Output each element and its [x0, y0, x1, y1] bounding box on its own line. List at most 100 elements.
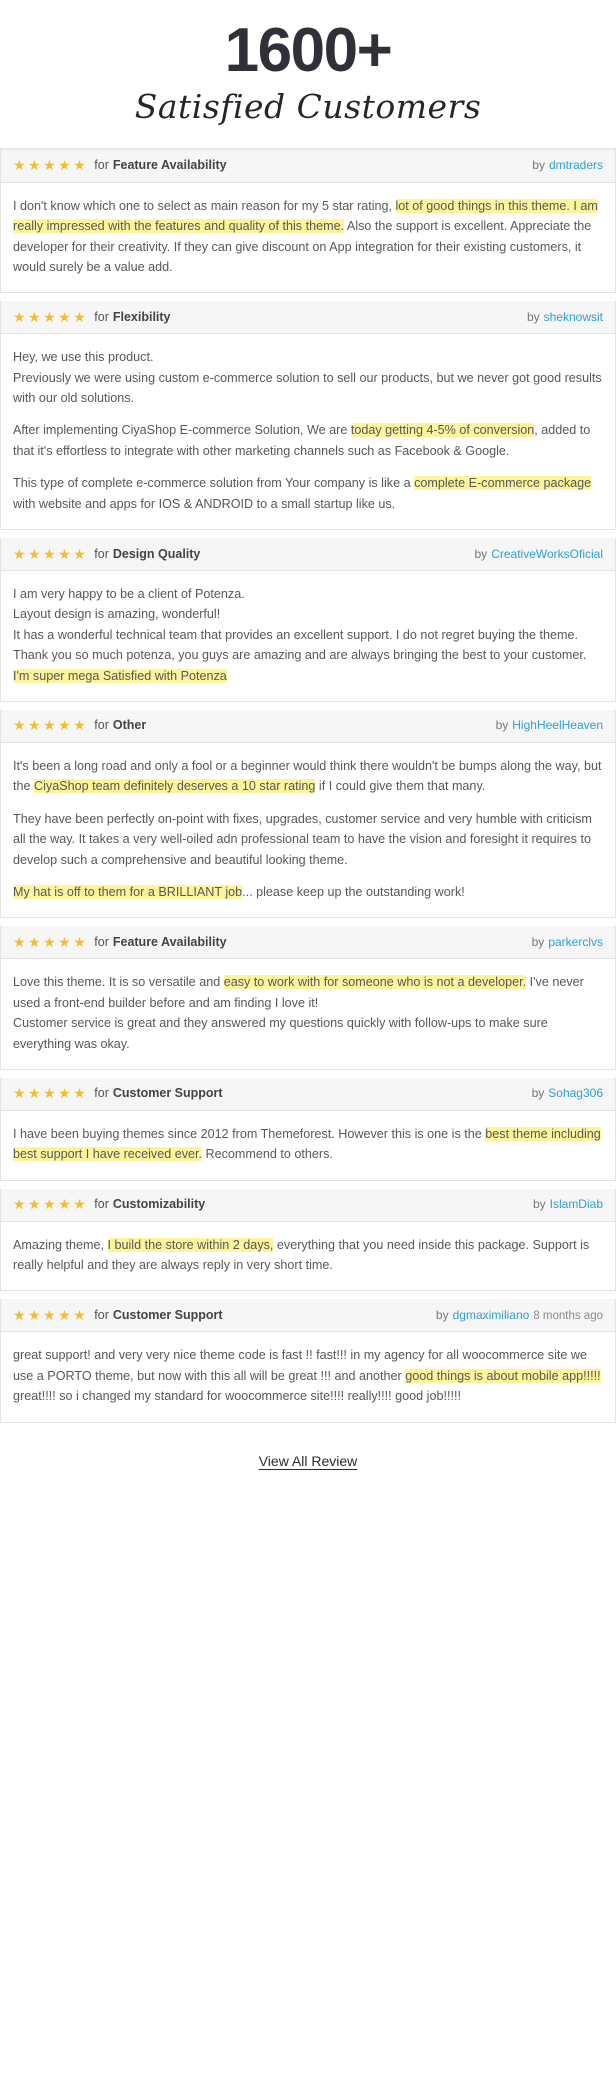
review-body: I have been buying themes since 2012 fro…: [1, 1111, 615, 1180]
review-meta-left: ★★★★★ for Design Quality: [13, 547, 200, 561]
review-meta-left: ★★★★★ for Customizability: [13, 1197, 205, 1211]
review-header: ★★★★★ for Customizability by IslamDiab: [1, 1188, 615, 1222]
highlighted-text: complete E-commerce package: [414, 476, 592, 491]
highlighted-text: today getting 4-5% of conversion: [350, 423, 535, 438]
review-text: Amazing theme,: [13, 1237, 108, 1252]
review-text: Previously we were using custom e-commer…: [13, 370, 602, 406]
by-label: by: [526, 309, 540, 324]
star-rating-icon: ★★★★★: [13, 718, 89, 733]
review-text: Love this theme. It is so versatile and: [13, 975, 224, 990]
review-subject: Customizability: [112, 1197, 206, 1212]
for-label: for: [94, 718, 109, 733]
review-text: Layout design is amazing, wonderful!: [13, 607, 221, 622]
review-paragraph: Amazing theme, I build the store within …: [13, 1235, 603, 1276]
review-meta-right: by HighHeelHeaven: [496, 718, 603, 732]
review-text: I have been buying themes since 2012 fro…: [13, 1126, 486, 1141]
review-text: Recommend to others.: [202, 1147, 333, 1162]
review-meta-right: by Sohag306: [532, 1086, 603, 1100]
review-text: After implementing CiyaShop E-commerce S…: [13, 423, 351, 438]
review-subject: Other: [112, 718, 147, 733]
review-author-link[interactable]: CreativeWorksOficial: [491, 547, 603, 561]
review-paragraph: My hat is off to them for a BRILLIANT jo…: [13, 882, 603, 902]
star-rating-icon: ★★★★★: [13, 158, 89, 173]
review-author-link[interactable]: Sohag306: [548, 1086, 603, 1100]
review-meta-right: by IslamDiab: [533, 1197, 603, 1211]
review-text: They have been perfectly on-point with f…: [13, 811, 592, 867]
review-meta-left: ★★★★★ for Feature Availability: [13, 935, 227, 949]
review-subject: Feature Availability: [112, 158, 227, 173]
review-text: if I could give them that many.: [315, 779, 486, 794]
review-body: I am very happy to be a client of Potenz…: [1, 571, 615, 701]
review-author-link[interactable]: dmtraders: [549, 158, 603, 172]
review-timestamp: 8 months ago: [533, 1309, 603, 1322]
review-meta-right: by sheknowsit: [527, 310, 603, 324]
review-card: ★★★★★ for Customer Support by Sohag306 I have…: [0, 1077, 616, 1181]
review-header: ★★★★★ for Flexibility by sheknowsit: [1, 301, 615, 335]
review-text: with website and apps for IOS & ANDROID …: [13, 496, 396, 511]
review-header: ★★★★★ for Customer Support by Sohag306: [1, 1077, 615, 1111]
review-author-link[interactable]: HighHeelHeaven: [512, 718, 603, 732]
star-rating-icon: ★★★★★: [13, 1197, 89, 1212]
review-meta-left: ★★★★★ for Flexibility: [13, 310, 171, 324]
by-label: by: [474, 546, 488, 561]
review-body: Love this theme. It is so versatile and …: [1, 959, 615, 1069]
star-rating-icon: ★★★★★: [13, 1086, 89, 1101]
review-header: ★★★★★ for Other by HighHeelHeaven: [1, 709, 615, 743]
review-card: ★★★★★ for Design Quality by CreativeWorksOfi…: [0, 538, 616, 702]
by-label: by: [495, 718, 509, 733]
star-rating-icon: ★★★★★: [13, 934, 89, 949]
footer: View All Review: [0, 1431, 616, 1489]
review-header: ★★★★★ for Feature Availability by dmtraders: [1, 149, 615, 183]
for-label: for: [94, 934, 109, 949]
review-paragraph: I have been buying themes since 2012 fro…: [13, 1124, 603, 1165]
review-text: Hey, we use this product.: [13, 350, 154, 365]
review-paragraph: This type of complete e-commerce solutio…: [13, 473, 603, 514]
review-card: ★★★★★ for Other by HighHeelHeaven It's been a…: [0, 709, 616, 919]
review-subject: Design Quality: [112, 546, 201, 561]
review-card: ★★★★★ for Customizability by IslamDiab Amazin…: [0, 1188, 616, 1292]
review-header: ★★★★★ for Design Quality by CreativeWorksOfi…: [1, 538, 615, 572]
review-list: ★★★★★ for Feature Availability by dmtraders I…: [0, 148, 616, 1423]
review-meta-right: by CreativeWorksOficial: [475, 547, 604, 561]
star-rating-icon: ★★★★★: [13, 309, 89, 324]
review-meta-right: by dmtraders: [532, 158, 603, 172]
hero-subtitle: Satisfied Customers: [134, 87, 482, 127]
review-author-link[interactable]: IslamDiab: [550, 1197, 603, 1211]
review-text: Customer service is great and they answe…: [13, 1016, 548, 1051]
highlighted-text: My hat is off to them for a BRILLIANT jo…: [13, 884, 243, 899]
review-meta-right: by parkerclvs: [532, 935, 603, 949]
review-body: Amazing theme, I build the store within …: [1, 1222, 615, 1291]
review-header: ★★★★★ for Feature Availability by parkerclvs: [1, 926, 615, 960]
by-label: by: [532, 158, 545, 173]
review-card: ★★★★★ for Feature Availability by dmtraders I…: [0, 148, 616, 294]
review-author-link[interactable]: dgmaximiliano: [453, 1308, 530, 1322]
review-body: great support! and very very nice theme …: [1, 1332, 615, 1421]
highlighted-text: I build the store within 2 days,: [107, 1237, 274, 1252]
by-label: by: [531, 934, 545, 949]
review-text: It has a wonderful technical team that p…: [13, 627, 587, 663]
review-subject: Feature Availability: [112, 934, 227, 949]
star-rating-icon: ★★★★★: [13, 1307, 89, 1322]
review-card: ★★★★★ for Customer Support by dgmaximiliano 8…: [0, 1299, 616, 1423]
review-paragraph: great support! and very very nice theme …: [13, 1345, 603, 1406]
review-subject: Flexibility: [112, 309, 171, 324]
reviews-page: 1600+ Satisfied Customers ★★★★★ for Featur…: [0, 0, 616, 1489]
review-body: I don't know which one to select as main…: [1, 183, 615, 293]
for-label: for: [94, 309, 109, 324]
highlighted-text: easy to work with for someone who is not…: [223, 975, 527, 990]
hero-section: 1600+ Satisfied Customers: [0, 0, 616, 149]
review-paragraph: Hey, we use this product. Previously we w…: [13, 347, 603, 408]
review-meta-left: ★★★★★ for Customer Support: [13, 1308, 223, 1322]
review-meta-right: by dgmaximiliano 8 months ago: [436, 1308, 603, 1322]
review-subject: Customer Support: [112, 1307, 223, 1322]
review-paragraph: I am very happy to be a client of Potenz…: [13, 584, 603, 686]
review-meta-left: ★★★★★ for Customer Support: [13, 1086, 223, 1100]
review-text: ... please keep up the outstanding work!: [242, 884, 465, 899]
review-author-link[interactable]: parkerclvs: [548, 935, 603, 949]
highlighted-text: good things is about mobile app!!!!!: [405, 1368, 601, 1383]
review-paragraph: After implementing CiyaShop E-commerce S…: [13, 420, 603, 461]
view-all-review-link[interactable]: View All Review: [259, 1453, 358, 1469]
review-author-link[interactable]: sheknowsit: [544, 310, 603, 324]
review-meta-left: ★★★★★ for Other: [13, 718, 146, 732]
star-rating-icon: ★★★★★: [13, 546, 89, 561]
